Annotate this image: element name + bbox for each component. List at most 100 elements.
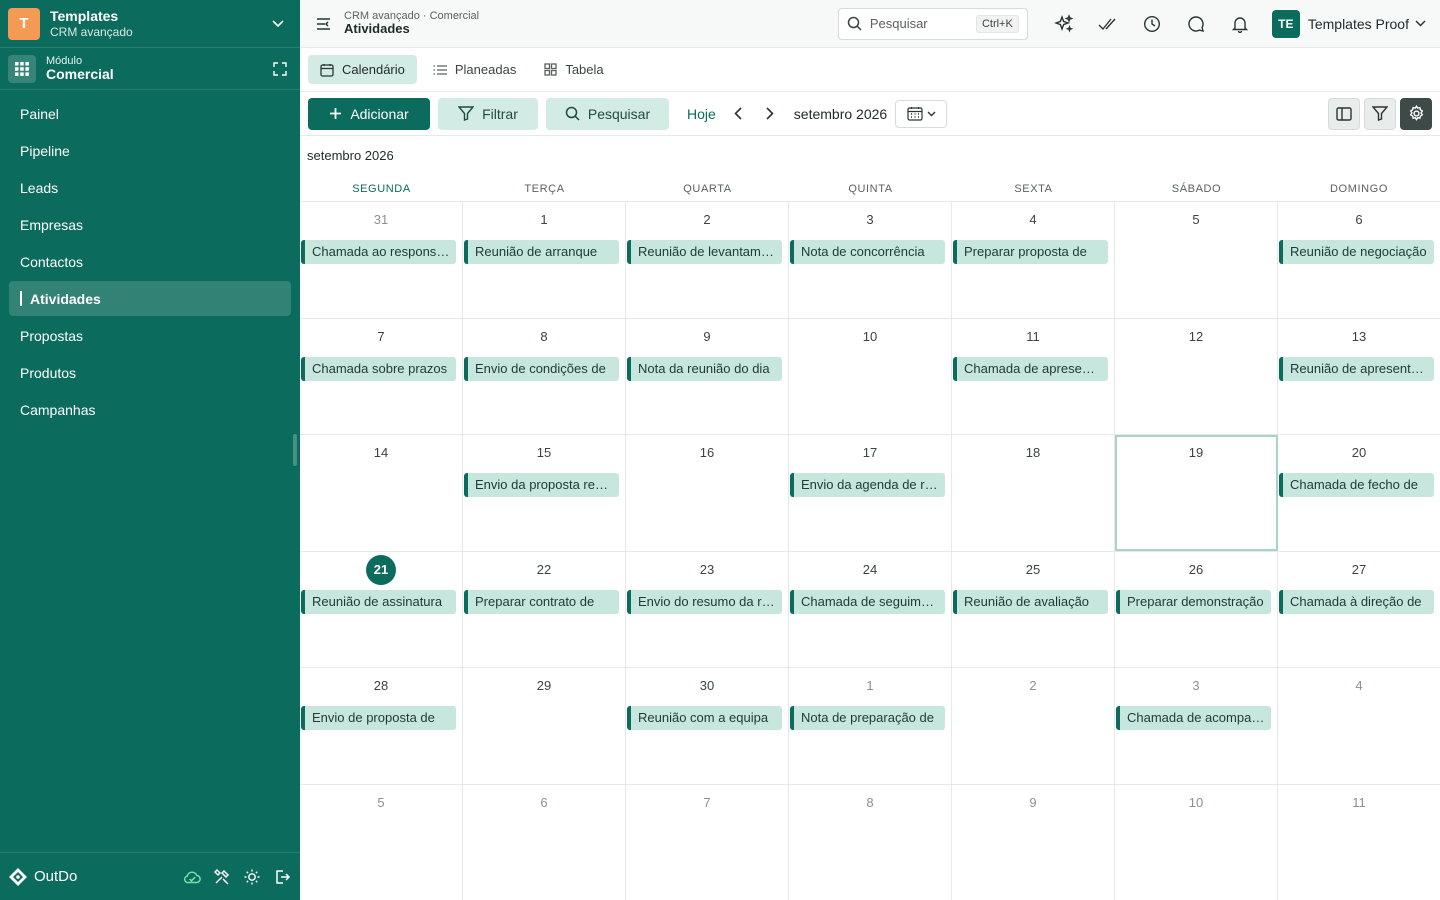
sparkles-icon[interactable] [1048, 8, 1080, 40]
calendar-day-cell[interactable]: 15 Envio da proposta revista [463, 435, 626, 551]
sidebar-item-pipeline[interactable]: Pipeline [9, 133, 291, 168]
search-button[interactable]: Pesquisar [546, 97, 669, 130]
calendar-day-cell[interactable]: 25 Reunião de avaliação [952, 551, 1115, 667]
tools-icon[interactable] [212, 867, 232, 887]
chevron-left-icon[interactable] [726, 102, 750, 126]
calendar-day-cell-selected[interactable]: 19 [1115, 435, 1278, 551]
calendar-day-cell[interactable]: 21 Reunião de assinatura [300, 551, 463, 667]
sidebar-item-produtos[interactable]: Produtos [9, 355, 291, 390]
tab-calendario[interactable]: Calendário [308, 55, 417, 84]
sidebar-resize-handle[interactable] [293, 434, 297, 466]
calendar-day-cell[interactable]: 18 [952, 435, 1115, 551]
calendar-event[interactable]: Preparar proposta de [953, 240, 1108, 264]
expand-icon[interactable] [270, 59, 290, 79]
sidebar-item-propostas[interactable]: Propostas [9, 318, 291, 353]
calendar-event[interactable]: Reunião com a equipa [627, 706, 782, 730]
double-check-icon[interactable] [1092, 8, 1124, 40]
tab-planeadas[interactable]: Planeadas [421, 55, 528, 84]
calendar-event[interactable]: Chamada de apresentação [953, 356, 1108, 381]
calendar-day-cell[interactable]: 10 [1115, 784, 1278, 900]
calendar-event[interactable]: Nota de concorrência [790, 240, 945, 264]
tab-tabela[interactable]: Tabela [532, 55, 615, 84]
calendar-day-cell[interactable]: 29 [463, 668, 626, 784]
calendar-day-cell[interactable]: 6 Reunião de negociação [1278, 202, 1440, 318]
calendar-event[interactable]: Envio do resumo da reunião [627, 589, 782, 614]
calendar-day-cell[interactable]: 14 [300, 435, 463, 551]
calendar-day-cell[interactable]: 5 [1115, 202, 1278, 318]
chat-icon[interactable] [1180, 8, 1212, 40]
calendar-event[interactable]: Reunião de apresentação [1279, 356, 1434, 381]
calendar-day-cell[interactable]: 16 [626, 435, 789, 551]
calendar-day-cell[interactable]: 8 [789, 784, 952, 900]
sun-icon[interactable] [242, 867, 262, 887]
calendar-event[interactable]: Chamada ao responsável [301, 240, 456, 264]
sidebar-item-atividades[interactable]: Atividades [9, 281, 291, 316]
workspace-switcher[interactable]: T Templates CRM avançado [0, 0, 300, 48]
calendar-event[interactable]: Nota de preparação de [790, 706, 945, 730]
calendar-day-cell[interactable]: 22 Preparar contrato de [463, 551, 626, 667]
calendar-day-cell[interactable]: 24 Chamada de seguimento [789, 551, 952, 667]
brand[interactable]: OutDo [8, 867, 182, 887]
calendar-day-cell[interactable]: 20 Chamada de fecho de [1278, 435, 1440, 551]
calendar-day-cell[interactable]: 26 Preparar demonstração [1115, 551, 1278, 667]
sidebar-toggle-button[interactable] [1328, 97, 1360, 130]
settings-button[interactable] [1400, 97, 1432, 130]
calendar-day-cell[interactable]: 2 Reunião de levantamento [626, 202, 789, 318]
calendar-day-cell[interactable]: 9 Nota da reunião do dia [626, 318, 789, 434]
calendar-event[interactable]: Reunião de assinatura [301, 589, 456, 614]
calendar-day-cell[interactable]: 10 [789, 318, 952, 434]
calendar-event[interactable]: Chamada sobre prazos [301, 356, 456, 381]
calendar-day-cell[interactable]: 31 Chamada ao responsável [300, 202, 463, 318]
logout-icon[interactable] [272, 867, 292, 887]
calendar-day-cell[interactable]: 5 [300, 784, 463, 900]
calendar-event[interactable]: Preparar demonstração [1116, 589, 1271, 614]
sidebar-item-campanhas[interactable]: Campanhas [9, 392, 291, 427]
calendar-event[interactable]: Envio de condições de [464, 356, 619, 381]
collapse-menu-icon[interactable] [312, 12, 336, 36]
sidebar-item-empresas[interactable]: Empresas [9, 207, 291, 242]
calendar-event[interactable]: Envio da proposta revista [464, 473, 619, 497]
calendar-day-cell[interactable]: 1 Reunião de arranque [463, 202, 626, 318]
chevron-right-icon[interactable] [758, 102, 782, 126]
sidebar-item-contactos[interactable]: Contactos [9, 244, 291, 279]
calendar-day-cell[interactable]: 4 [1278, 668, 1440, 784]
filter-toggle-button[interactable] [1364, 97, 1396, 130]
sidebar-item-leads[interactable]: Leads [9, 170, 291, 205]
calendar-day-cell[interactable]: 9 [952, 784, 1115, 900]
global-search[interactable]: Pesquisar Ctrl+K [837, 7, 1028, 40]
calendar-day-cell[interactable]: 8 Envio de condições de [463, 318, 626, 434]
bell-icon[interactable] [1224, 8, 1256, 40]
cloud-sync-icon[interactable] [182, 867, 202, 887]
calendar-event[interactable]: Chamada à direção de [1279, 589, 1434, 614]
calendar-day-cell[interactable]: 7 Chamada sobre prazos [300, 318, 463, 434]
calendar-event[interactable]: Chamada de acompanhamento [1116, 706, 1271, 730]
calendar-day-cell[interactable]: 11 Chamada de apresentação [952, 318, 1115, 434]
calendar-day-cell[interactable]: 12 [1115, 318, 1278, 434]
calendar-day-cell[interactable]: 23 Envio do resumo da reunião [626, 551, 789, 667]
calendar-event[interactable]: Reunião de negociação [1279, 240, 1434, 264]
calendar-event[interactable]: Envio da agenda de reunião [790, 473, 945, 497]
calendar-event[interactable]: Reunião de arranque [464, 240, 619, 264]
calendar-day-cell[interactable]: 28 Envio de proposta de [300, 668, 463, 784]
chevron-down-icon[interactable] [268, 14, 288, 34]
sidebar-item-painel[interactable]: Painel [9, 96, 291, 131]
calendar-day-cell[interactable]: 30 Reunião com a equipa [626, 668, 789, 784]
calendar-day-cell[interactable]: 1 Nota de preparação de [789, 668, 952, 784]
calendar-day-cell[interactable]: 11 [1278, 785, 1440, 900]
calendar-event[interactable]: Reunião de levantamento [627, 240, 782, 264]
calendar-event[interactable]: Reunião de avaliação [953, 589, 1108, 614]
calendar-day-cell[interactable]: 3 Nota de concorrência [789, 202, 952, 318]
calendar-event[interactable]: Nota da reunião do dia [627, 356, 782, 381]
calendar-day-cell[interactable]: 6 [463, 784, 626, 900]
calendar-event[interactable]: Chamada de fecho de [1279, 473, 1434, 497]
user-menu[interactable]: TE Templates Proof [1271, 9, 1426, 38]
add-button[interactable]: Adicionar [308, 97, 430, 130]
calendar-event[interactable]: Chamada de seguimento [790, 589, 945, 614]
filter-button[interactable]: Filtrar [438, 97, 538, 130]
calendar-day-cell[interactable]: 2 [952, 668, 1115, 784]
calendar-day-cell[interactable]: 4 Preparar proposta de [952, 202, 1115, 318]
calendar-day-cell[interactable]: 17 Envio da agenda de reunião [789, 435, 952, 551]
calendar-event[interactable]: Envio de proposta de [301, 706, 456, 730]
module-switcher[interactable]: Módulo Comercial [0, 48, 300, 90]
date-picker-button[interactable] [895, 99, 948, 128]
